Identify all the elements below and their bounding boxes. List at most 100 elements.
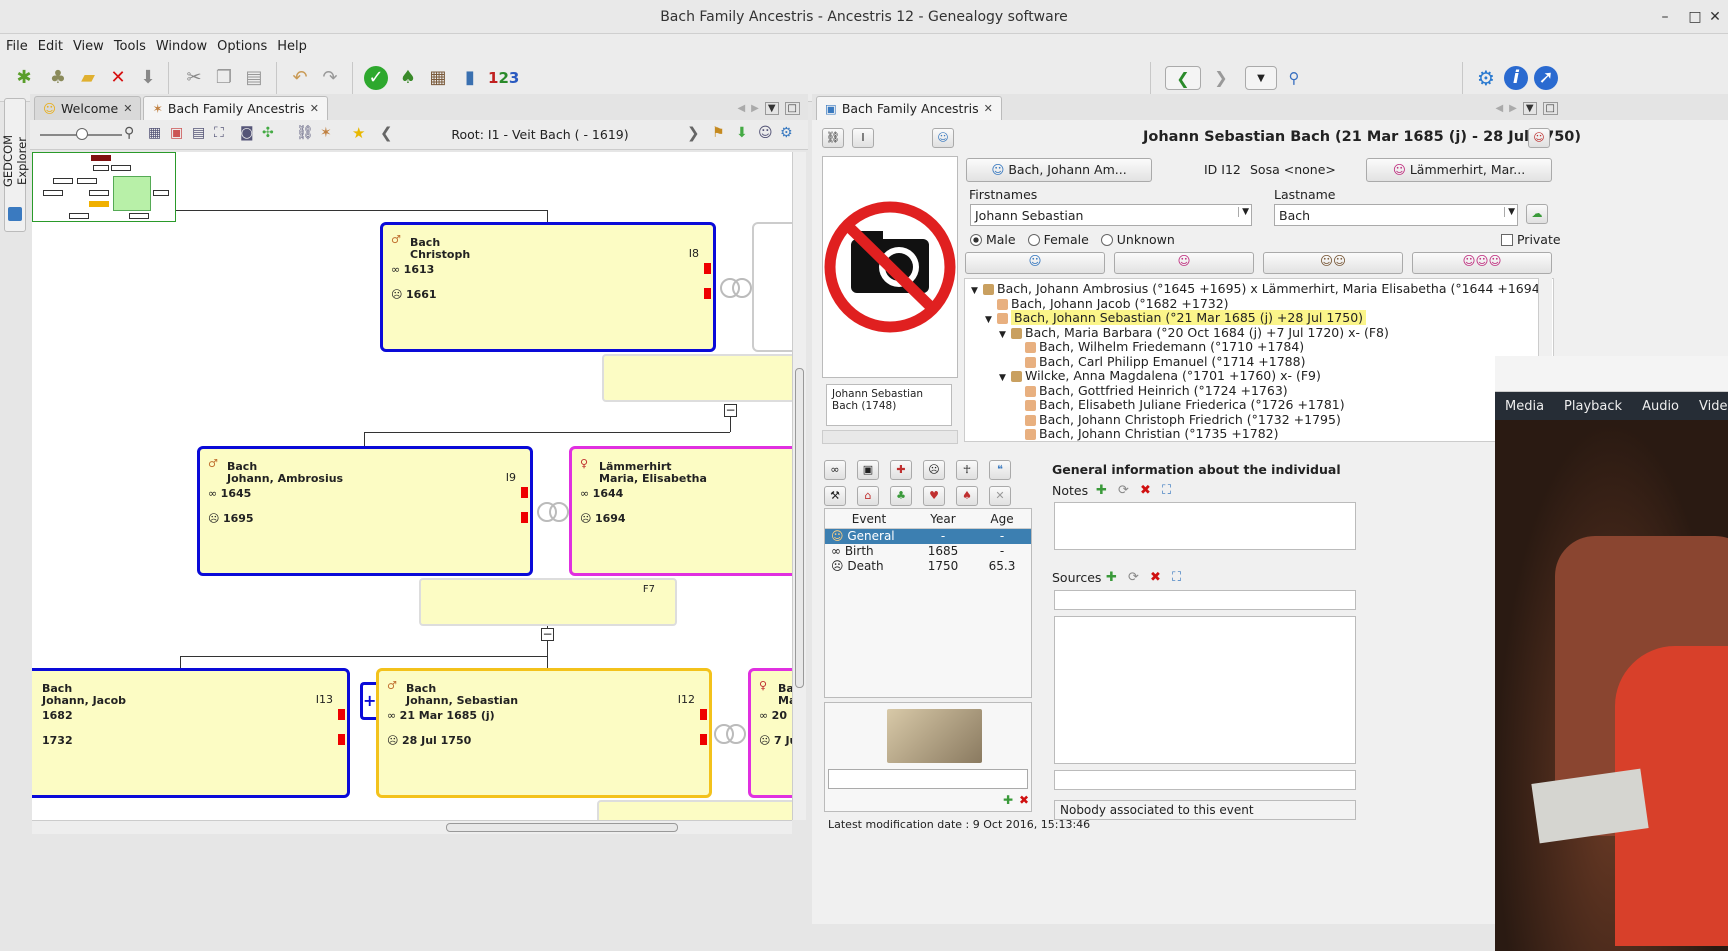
family-tree-row[interactable]: ▼ Wilcke, Anna Magdalena (°1701 +1760) x-… (999, 368, 1321, 383)
tree-canvas[interactable]: ♂ Bach Christoph I8 ∞ 1613 ☹ 1661 − ♂ Bac… (32, 152, 792, 820)
menu-edit[interactable]: Edit (38, 39, 63, 54)
family-tree-row-selected[interactable]: ▼ Bach, Johann Sebastian (°21 Mar 1685 (j… (985, 310, 1367, 325)
family-card[interactable]: F7 (419, 578, 677, 626)
father-button[interactable]: ☺ Bach, Johann Am... (966, 158, 1152, 182)
expand-source-icon[interactable]: ⛶ (1172, 570, 1181, 585)
scroll-right-icon[interactable]: ▶ (751, 103, 759, 114)
family-card[interactable] (602, 354, 792, 402)
scroll-right-icon[interactable]: ▶ (1509, 103, 1517, 114)
close-file-icon[interactable]: ✕ (106, 66, 130, 90)
event-row-death[interactable]: ☹ Death 1750 65.3 (825, 559, 1031, 574)
delete-source-icon[interactable]: ✖ (1150, 570, 1161, 585)
tab-welcome[interactable]: ☺ Welcome ✕ (34, 96, 142, 120)
scrollbar-thumb[interactable] (446, 823, 678, 832)
tree-toggle-icon[interactable]: ▼ (971, 286, 983, 296)
event-icon-4[interactable]: ☹ (923, 460, 945, 480)
event-icon-7[interactable]: ⚒ (824, 486, 846, 506)
video-menu-media[interactable]: Media (1505, 399, 1544, 414)
check-icon[interactable]: ✓ (364, 66, 388, 90)
name-suggest-icon[interactable]: ☁ (1526, 204, 1548, 224)
horizontal-scrollbar[interactable] (32, 820, 792, 834)
menu-tools[interactable]: Tools (114, 39, 146, 54)
person-card[interactable]: ♀ Lämmerhirt Maria, Elisabetha ∞ 1644 ☹ 1… (569, 446, 792, 576)
person-card[interactable]: Bach Johann, Jacob I13 1682 1732 (32, 668, 350, 798)
collapse-button[interactable]: − (541, 628, 554, 641)
add-mother-button[interactable]: ☺ (1114, 252, 1254, 274)
family-card[interactable] (597, 800, 792, 820)
tab-tree-view[interactable]: ✶ Bach Family Ancestris ✕ (143, 96, 328, 120)
event-icon-11[interactable]: ♠ (956, 486, 978, 506)
person-card[interactable]: ♂ Bach Christoph I8 ∞ 1613 ☹ 1661 (380, 222, 716, 352)
remove-event-icon[interactable]: ✕ (989, 486, 1011, 506)
cut-icon[interactable]: ✂ (182, 66, 206, 90)
add-person-icon[interactable]: ☺ (932, 128, 954, 148)
photo-scrollbar[interactable] (822, 430, 958, 444)
tree-option-icon-3[interactable]: ☺ (758, 125, 773, 141)
event-icon-3[interactable]: ✚ (890, 460, 912, 480)
forward-nav-icon[interactable]: ❯ (1205, 66, 1237, 90)
add-note-icon[interactable]: ✚ (1096, 483, 1107, 498)
expand-all-icon[interactable]: ✣ (262, 125, 274, 141)
scrollbar-thumb[interactable] (795, 368, 804, 688)
refresh-note-icon[interactable]: ⟳ (1118, 483, 1129, 498)
calculator-icon[interactable]: ▦ (426, 66, 450, 90)
event-icon-8[interactable]: ⌂ (857, 486, 879, 506)
family-tree-icon[interactable]: ♠ (396, 66, 420, 90)
expand-note-icon[interactable]: ⛶ (1162, 483, 1171, 498)
private-checkbox[interactable]: Private (1501, 232, 1561, 247)
copy-icon[interactable]: ❐ (212, 66, 236, 90)
fit-icon[interactable]: ⛶ (214, 125, 224, 141)
link-icon[interactable]: ⛓ (822, 128, 844, 148)
tree-toggle-icon[interactable]: ▼ (999, 373, 1011, 383)
root-icon[interactable]: ✶ (320, 125, 332, 141)
family-tree-row[interactable]: Bach, Elisabeth Juliane Friederica (°172… (1013, 397, 1345, 412)
event-row-birth[interactable]: ∞ Birth 1685 - (825, 544, 1031, 559)
source-text-area[interactable] (1054, 616, 1356, 764)
screenshot-icon[interactable]: ◙ (240, 125, 254, 141)
lastname-field[interactable]: Bach ▼ (1274, 204, 1518, 226)
close-tab-icon[interactable]: ✕ (310, 102, 319, 115)
firstnames-field[interactable]: Johann Sebastian ▼ (970, 204, 1252, 226)
scroll-left-icon[interactable]: ◀ (737, 103, 745, 114)
tree-icon[interactable]: ♣ (46, 66, 70, 90)
family-tree-row[interactable]: Bach, Carl Philipp Emanuel (°1714 +1788) (1013, 354, 1305, 369)
tab-list-icon[interactable]: ▼ (1522, 101, 1537, 115)
family-tree-row[interactable]: Bach, Wilhelm Friedemann (°1710 +1784) (1013, 339, 1304, 354)
gedcom-explorer-sidebar[interactable]: GEDCOM Explorer (1, 98, 29, 232)
info-icon[interactable]: i (1504, 66, 1528, 90)
collapse-button[interactable]: − (724, 404, 737, 417)
media-title-field[interactable] (828, 769, 1028, 789)
maximize-panel-icon[interactable]: □ (784, 101, 800, 115)
family-tree-row[interactable]: ▼ Bach, Johann Ambrosius (°1645 +1695) x … (971, 281, 1545, 296)
tab-editor[interactable]: ▣ Bach Family Ancestris ✕ (816, 96, 1002, 120)
radio-female[interactable]: Female (1027, 232, 1089, 247)
notes-area[interactable] (1054, 502, 1356, 550)
bookmark-star-icon[interactable]: ★ (352, 124, 365, 142)
tree-toggle-icon[interactable]: ▼ (985, 315, 997, 325)
add-spouse-button[interactable]: ☺☺ (1263, 252, 1403, 274)
link-icon[interactable]: ⛓ (296, 125, 314, 141)
menu-options[interactable]: Options (217, 39, 267, 54)
event-icon-2[interactable]: ▣ (857, 460, 879, 480)
family-tree-row[interactable]: Bach, Johann Christoph Friedrich (°1732 … (1013, 412, 1341, 427)
add-father-button[interactable]: ☺ (965, 252, 1105, 274)
video-menu-video[interactable]: Vide (1699, 399, 1727, 414)
spouse-placeholder-card[interactable] (752, 222, 792, 352)
tree-option-icon-1[interactable]: ⚑ (712, 125, 725, 141)
close-tab-icon[interactable]: ✕ (123, 102, 132, 115)
scroll-left-icon[interactable]: ◀ (1495, 103, 1503, 114)
family-tree-row[interactable]: Bach, Johann Christian (°1735 +1782) (1013, 426, 1279, 441)
undo-icon[interactable]: ↶ (288, 66, 312, 90)
delete-person-icon[interactable]: ☺ (1528, 128, 1550, 148)
book-icon[interactable]: ▮ (458, 66, 482, 90)
event-icon-5[interactable]: ☥ (956, 460, 978, 480)
minimap[interactable] (32, 152, 176, 222)
person-card[interactable]: ♀ BacMa ∞ 20 ☹ 7 Ju (748, 668, 792, 798)
person-card-selected[interactable]: ♂ Bach Johann, Sebastian I12 ∞ 21 Mar 168… (376, 668, 712, 798)
add-sibling-button[interactable]: + (360, 682, 376, 720)
add-media-icon[interactable]: ✚ (1003, 793, 1013, 807)
source-title-field[interactable] (1054, 590, 1356, 610)
maximize-panel-icon[interactable]: □ (1542, 101, 1558, 115)
tree-option-icon-2[interactable]: ⬇ (736, 125, 748, 141)
person-view-icon[interactable]: ▣ (170, 125, 183, 141)
